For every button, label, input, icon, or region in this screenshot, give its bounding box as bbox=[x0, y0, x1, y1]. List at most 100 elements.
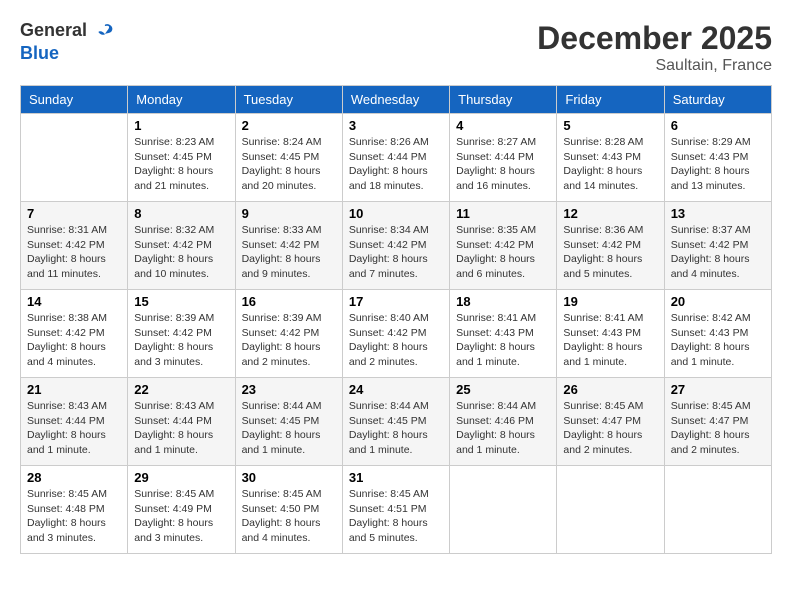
day-number: 13 bbox=[671, 206, 765, 221]
cell-info: Sunrise: 8:45 AM Sunset: 4:49 PM Dayligh… bbox=[134, 487, 228, 546]
cell-info: Sunrise: 8:29 AM Sunset: 4:43 PM Dayligh… bbox=[671, 135, 765, 194]
cell-info: Sunrise: 8:32 AM Sunset: 4:42 PM Dayligh… bbox=[134, 223, 228, 282]
day-headers-row: SundayMondayTuesdayWednesdayThursdayFrid… bbox=[21, 86, 772, 114]
week-row-3: 14 Sunrise: 8:38 AM Sunset: 4:42 PM Dayli… bbox=[21, 290, 772, 378]
calendar-cell: 20Sunrise: 8:42 AM Sunset: 4:43 PM Dayli… bbox=[664, 290, 771, 378]
cell-info: Sunrise: 8:23 AM Sunset: 4:45 PM Dayligh… bbox=[134, 135, 228, 194]
cell-info: Sunrise: 8:41 AM Sunset: 4:43 PM Dayligh… bbox=[456, 311, 550, 370]
day-number: 17 bbox=[349, 294, 443, 309]
day-number: 30 bbox=[242, 470, 336, 485]
cell-info: Sunrise: 8:42 AM Sunset: 4:43 PM Dayligh… bbox=[671, 311, 765, 370]
cell-info: Sunrise: 8:44 AM Sunset: 4:46 PM Dayligh… bbox=[456, 399, 550, 458]
location-title: Saultain, France bbox=[537, 57, 772, 75]
day-number: 5 bbox=[563, 118, 657, 133]
day-number: 1 bbox=[134, 118, 228, 133]
cell-info: Sunrise: 8:24 AM Sunset: 4:45 PM Dayligh… bbox=[242, 135, 336, 194]
day-number: 6 bbox=[671, 118, 765, 133]
cell-info: Sunrise: 8:45 AM Sunset: 4:50 PM Dayligh… bbox=[242, 487, 336, 546]
week-row-5: 28Sunrise: 8:45 AM Sunset: 4:48 PM Dayli… bbox=[21, 466, 772, 554]
col-header-friday: Friday bbox=[557, 86, 664, 114]
col-header-wednesday: Wednesday bbox=[342, 86, 449, 114]
calendar-cell: 17 Sunrise: 8:40 AM Sunset: 4:42 PM Dayli… bbox=[342, 290, 449, 378]
cell-info: Sunrise: 8:36 AM Sunset: 4:42 PM Dayligh… bbox=[563, 223, 657, 282]
cell-info: Sunrise: 8:39 AM Sunset: 4:42 PM Dayligh… bbox=[134, 311, 228, 370]
cell-info: Sunrise: 8:27 AM Sunset: 4:44 PM Dayligh… bbox=[456, 135, 550, 194]
logo-line2: Blue bbox=[20, 43, 116, 64]
calendar-cell: 6 Sunrise: 8:29 AM Sunset: 4:43 PM Daylig… bbox=[664, 114, 771, 202]
cell-info: Sunrise: 8:43 AM Sunset: 4:44 PM Dayligh… bbox=[134, 399, 228, 458]
cell-info: Sunrise: 8:38 AM Sunset: 4:42 PM Dayligh… bbox=[27, 311, 121, 370]
calendar-cell: 26 Sunrise: 8:45 AM Sunset: 4:47 PM Dayli… bbox=[557, 378, 664, 466]
day-number: 16 bbox=[242, 294, 336, 309]
cell-info: Sunrise: 8:45 AM Sunset: 4:51 PM Dayligh… bbox=[349, 487, 443, 546]
cell-info: Sunrise: 8:43 AM Sunset: 4:44 PM Dayligh… bbox=[27, 399, 121, 458]
page-header: General Blue December 2025 Saultain, Fra… bbox=[20, 20, 772, 75]
calendar-cell: 12 Sunrise: 8:36 AM Sunset: 4:42 PM Dayli… bbox=[557, 202, 664, 290]
title-block: December 2025 Saultain, France bbox=[537, 20, 772, 75]
calendar-cell: 4 Sunrise: 8:27 AM Sunset: 4:44 PM Daylig… bbox=[450, 114, 557, 202]
calendar-cell: 16 Sunrise: 8:39 AM Sunset: 4:42 PM Dayli… bbox=[235, 290, 342, 378]
calendar-cell: 15 Sunrise: 8:39 AM Sunset: 4:42 PM Dayli… bbox=[128, 290, 235, 378]
calendar-cell: 9Sunrise: 8:33 AM Sunset: 4:42 PM Daylig… bbox=[235, 202, 342, 290]
week-row-1: 1 Sunrise: 8:23 AM Sunset: 4:45 PM Daylig… bbox=[21, 114, 772, 202]
calendar-cell: 19Sunrise: 8:41 AM Sunset: 4:43 PM Dayli… bbox=[557, 290, 664, 378]
day-number: 21 bbox=[27, 382, 121, 397]
calendar-cell: 3Sunrise: 8:26 AM Sunset: 4:44 PM Daylig… bbox=[342, 114, 449, 202]
day-number: 8 bbox=[134, 206, 228, 221]
cell-info: Sunrise: 8:41 AM Sunset: 4:43 PM Dayligh… bbox=[563, 311, 657, 370]
col-header-monday: Monday bbox=[128, 86, 235, 114]
cell-info: Sunrise: 8:45 AM Sunset: 4:47 PM Dayligh… bbox=[563, 399, 657, 458]
logo: General Blue bbox=[20, 20, 116, 64]
calendar-cell bbox=[21, 114, 128, 202]
day-number: 31 bbox=[349, 470, 443, 485]
calendar-cell: 14 Sunrise: 8:38 AM Sunset: 4:42 PM Dayli… bbox=[21, 290, 128, 378]
calendar-cell: 29 Sunrise: 8:45 AM Sunset: 4:49 PM Dayli… bbox=[128, 466, 235, 554]
week-row-4: 21 Sunrise: 8:43 AM Sunset: 4:44 PM Dayli… bbox=[21, 378, 772, 466]
calendar-cell: 23 Sunrise: 8:44 AM Sunset: 4:45 PM Dayli… bbox=[235, 378, 342, 466]
day-number: 29 bbox=[134, 470, 228, 485]
logo-bird-icon bbox=[94, 21, 116, 43]
logo-general-text: General bbox=[20, 20, 87, 40]
col-header-thursday: Thursday bbox=[450, 86, 557, 114]
calendar-table: SundayMondayTuesdayWednesdayThursdayFrid… bbox=[20, 85, 772, 554]
cell-info: Sunrise: 8:45 AM Sunset: 4:47 PM Dayligh… bbox=[671, 399, 765, 458]
cell-info: Sunrise: 8:39 AM Sunset: 4:42 PM Dayligh… bbox=[242, 311, 336, 370]
day-number: 23 bbox=[242, 382, 336, 397]
day-number: 15 bbox=[134, 294, 228, 309]
cell-info: Sunrise: 8:44 AM Sunset: 4:45 PM Dayligh… bbox=[349, 399, 443, 458]
day-number: 9 bbox=[242, 206, 336, 221]
day-number: 14 bbox=[27, 294, 121, 309]
day-number: 7 bbox=[27, 206, 121, 221]
month-title: December 2025 bbox=[537, 20, 772, 57]
col-header-saturday: Saturday bbox=[664, 86, 771, 114]
calendar-cell: 2Sunrise: 8:24 AM Sunset: 4:45 PM Daylig… bbox=[235, 114, 342, 202]
day-number: 3 bbox=[349, 118, 443, 133]
day-number: 26 bbox=[563, 382, 657, 397]
calendar-cell bbox=[557, 466, 664, 554]
calendar-cell: 24Sunrise: 8:44 AM Sunset: 4:45 PM Dayli… bbox=[342, 378, 449, 466]
calendar-cell: 21 Sunrise: 8:43 AM Sunset: 4:44 PM Dayli… bbox=[21, 378, 128, 466]
day-number: 28 bbox=[27, 470, 121, 485]
cell-info: Sunrise: 8:44 AM Sunset: 4:45 PM Dayligh… bbox=[242, 399, 336, 458]
calendar-cell: 5Sunrise: 8:28 AM Sunset: 4:43 PM Daylig… bbox=[557, 114, 664, 202]
calendar-cell: 7 Sunrise: 8:31 AM Sunset: 4:42 PM Daylig… bbox=[21, 202, 128, 290]
calendar-cell: 10Sunrise: 8:34 AM Sunset: 4:42 PM Dayli… bbox=[342, 202, 449, 290]
day-number: 12 bbox=[563, 206, 657, 221]
calendar-cell bbox=[450, 466, 557, 554]
calendar-cell: 22 Sunrise: 8:43 AM Sunset: 4:44 PM Dayli… bbox=[128, 378, 235, 466]
cell-info: Sunrise: 8:34 AM Sunset: 4:42 PM Dayligh… bbox=[349, 223, 443, 282]
day-number: 4 bbox=[456, 118, 550, 133]
calendar-cell: 25Sunrise: 8:44 AM Sunset: 4:46 PM Dayli… bbox=[450, 378, 557, 466]
calendar-cell: 31 Sunrise: 8:45 AM Sunset: 4:51 PM Dayli… bbox=[342, 466, 449, 554]
cell-info: Sunrise: 8:40 AM Sunset: 4:42 PM Dayligh… bbox=[349, 311, 443, 370]
day-number: 18 bbox=[456, 294, 550, 309]
calendar-cell: 28Sunrise: 8:45 AM Sunset: 4:48 PM Dayli… bbox=[21, 466, 128, 554]
calendar-cell: 27 Sunrise: 8:45 AM Sunset: 4:47 PM Dayli… bbox=[664, 378, 771, 466]
calendar-cell: 13Sunrise: 8:37 AM Sunset: 4:42 PM Dayli… bbox=[664, 202, 771, 290]
week-row-2: 7 Sunrise: 8:31 AM Sunset: 4:42 PM Daylig… bbox=[21, 202, 772, 290]
logo-blue-text: Blue bbox=[20, 43, 59, 63]
day-number: 27 bbox=[671, 382, 765, 397]
cell-info: Sunrise: 8:31 AM Sunset: 4:42 PM Dayligh… bbox=[27, 223, 121, 282]
calendar-cell bbox=[664, 466, 771, 554]
day-number: 22 bbox=[134, 382, 228, 397]
